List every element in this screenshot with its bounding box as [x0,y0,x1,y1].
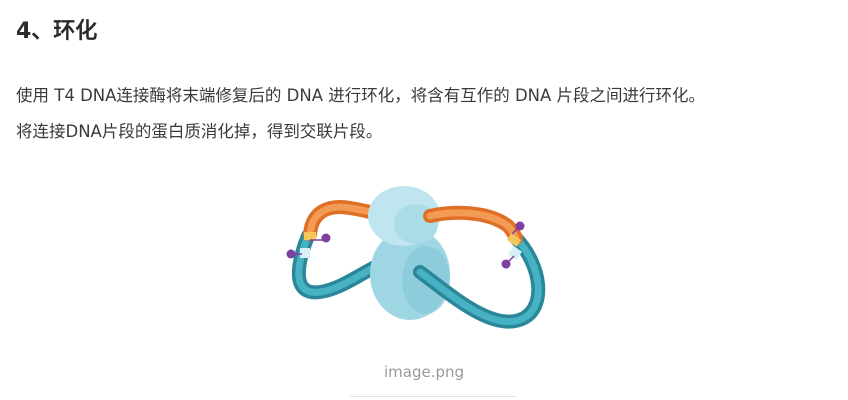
section-heading: 4、环化 [16,19,98,44]
body-paragraph: 使用 T4 DNA连接酶将末端修复后的 DNA 进行环化，将含有互作的 DNA … [16,78,836,150]
biotin-right-1 [515,221,525,231]
biotin-right-2 [501,259,511,269]
junction-left-yellow [304,232,316,240]
paragraph-line-2: 将连接DNA片段的蛋白质消化掉，得到交联片段。 [16,122,383,141]
paragraph-line-1: 使用 T4 DNA连接酶将末端修复后的 DNA 进行环化，将含有互作的 DNA … [16,86,706,105]
biotin-left-2 [286,249,296,259]
junction-left-light [300,248,310,258]
image-caption: image.png [383,363,465,381]
caption-divider [350,396,516,397]
biotin-left-1 [321,233,331,243]
dna-circularization-figure[interactable] [280,176,560,336]
